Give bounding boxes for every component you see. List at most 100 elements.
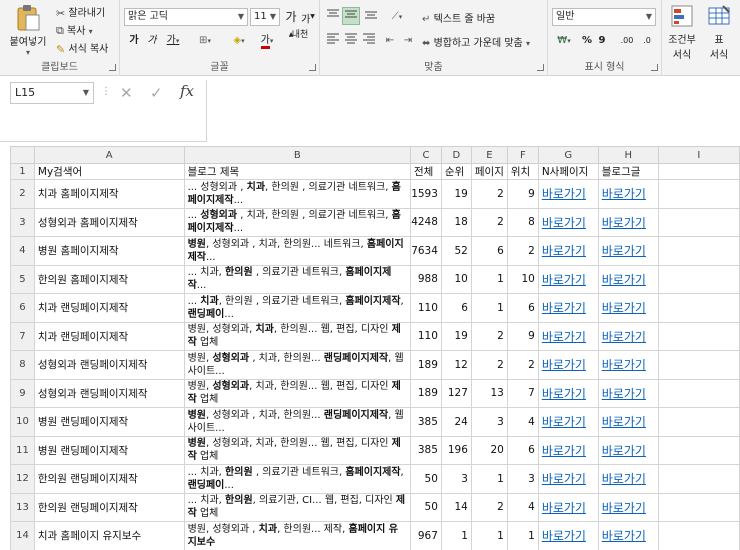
cell-empty[interactable] — [657, 407, 740, 437]
cell-n-page-link[interactable]: 바로가기 — [537, 321, 599, 351]
cell-blog-post-link[interactable]: 바로가기 — [597, 435, 659, 465]
cell-blog-post-link[interactable]: 바로가기 — [597, 179, 659, 209]
cell-n-page-link[interactable]: 바로가기 — [537, 264, 599, 294]
decrease-decimal-button[interactable]: .0 — [638, 32, 656, 50]
n-page-link[interactable]: 바로가기 — [542, 187, 586, 201]
cancel-icon[interactable]: ✕ — [120, 84, 133, 102]
cell-rank[interactable]: 127 — [440, 378, 472, 408]
row-header[interactable]: 7 — [10, 321, 35, 351]
blog-post-link[interactable]: 바로가기 — [602, 187, 646, 201]
cell-rank[interactable]: 19 — [440, 179, 472, 209]
cell-page[interactable]: 3 — [470, 407, 508, 437]
cell-rank[interactable]: 3 — [440, 464, 472, 494]
cell-blog-post-link[interactable]: 바로가기 — [597, 378, 659, 408]
cell-keyword[interactable]: 성형외과 랜딩페이지제작 — [33, 378, 185, 408]
align-left-button[interactable] — [324, 32, 342, 50]
blog-post-link[interactable]: 바로가기 — [602, 501, 646, 515]
row-header[interactable]: 4 — [10, 236, 35, 266]
cell-blog-post-link[interactable]: 바로가기 — [597, 464, 659, 494]
cell-blog-post-link[interactable]: 바로가기 — [597, 407, 659, 437]
border-button[interactable]: ⊞▾ — [192, 32, 218, 50]
cell-n-page-link[interactable]: 바로가기 — [537, 407, 599, 437]
cell-total[interactable]: 988 — [409, 264, 442, 294]
cell-header-keyword[interactable]: My검색어 — [33, 163, 185, 180]
cell-blog-title[interactable]: 병원, 성형외과, 치과, 한의원... 웹, 편집, 디자인 제작 업체 — [183, 435, 411, 465]
select-all-corner[interactable] — [10, 146, 35, 164]
cell-header-title[interactable]: 블로그 제목 — [183, 163, 411, 180]
n-page-link[interactable]: 바로가기 — [542, 472, 586, 486]
cell-total[interactable]: 50 — [409, 492, 442, 522]
blog-post-link[interactable]: 바로가기 — [602, 244, 646, 258]
row-header[interactable]: 5 — [10, 264, 35, 294]
cell-page[interactable]: 6 — [470, 236, 508, 266]
cell-header-total[interactable]: 전체 — [409, 163, 442, 180]
cell-page[interactable]: 1 — [470, 464, 508, 494]
n-page-link[interactable]: 바로가기 — [542, 501, 586, 515]
cell-blog-title[interactable]: 병원, 성형외과 , 치과, 한의원... 네트워크, 홈페이지제작... — [183, 236, 411, 266]
cell-rank[interactable]: 12 — [440, 350, 472, 380]
cell-n-page-link[interactable]: 바로가기 — [537, 435, 599, 465]
n-page-link[interactable]: 바로가기 — [542, 301, 586, 315]
cell-total[interactable]: 385 — [409, 435, 442, 465]
cell-total[interactable]: 385 — [409, 407, 442, 437]
row-header[interactable]: 13 — [10, 492, 35, 522]
cell-position[interactable]: 2 — [506, 350, 539, 380]
cell-empty[interactable] — [657, 236, 740, 266]
cell-page[interactable]: 1 — [470, 521, 508, 550]
cell-page[interactable]: 2 — [470, 321, 508, 351]
column-header-e[interactable]: E — [470, 146, 508, 164]
font-size-select[interactable]: 11 ▼ — [250, 8, 280, 26]
cell-rank[interactable]: 10 — [440, 264, 472, 294]
row-header[interactable]: 14 — [10, 521, 35, 550]
underline-button[interactable]: 가▾ — [162, 32, 184, 50]
number-format-select[interactable]: 일반 ▼ — [552, 8, 656, 26]
cell-position[interactable]: 9 — [506, 179, 539, 209]
increase-decimal-button[interactable]: .00 — [618, 32, 636, 50]
row-header[interactable]: 9 — [10, 378, 35, 408]
cell-page[interactable]: 13 — [470, 378, 508, 408]
cell-blog-post-link[interactable]: 바로가기 — [597, 207, 659, 237]
fill-color-button[interactable]: ◈▾ — [226, 32, 252, 50]
cell-total[interactable]: 50 — [409, 464, 442, 494]
cell-page[interactable]: 2 — [470, 179, 508, 209]
cell-position[interactable]: 4 — [506, 407, 539, 437]
cell-rank[interactable]: 52 — [440, 236, 472, 266]
clipboard-launcher-icon[interactable] — [109, 64, 116, 71]
cell-page[interactable]: 1 — [470, 264, 508, 294]
cell-total[interactable]: 7634 — [409, 236, 442, 266]
cell-total[interactable]: 967 — [409, 521, 442, 550]
cell-n-page-link[interactable]: 바로가기 — [537, 492, 599, 522]
n-page-link[interactable]: 바로가기 — [542, 415, 586, 429]
cell-page[interactable]: 2 — [470, 350, 508, 380]
cut-button[interactable]: ✂ 잘라내기 — [56, 4, 105, 20]
cell-keyword[interactable]: 치과 홈페이지제작 — [33, 179, 185, 209]
cell-keyword[interactable]: 치과 랜딩페이지제작 — [33, 293, 185, 323]
column-header-i[interactable]: I — [657, 146, 740, 164]
column-header-c[interactable]: C — [409, 146, 442, 164]
format-as-table-button[interactable]: 표 서식 — [702, 4, 736, 61]
blog-post-link[interactable]: 바로가기 — [602, 529, 646, 543]
column-header-a[interactable]: A — [33, 146, 185, 164]
n-page-link[interactable]: 바로가기 — [542, 273, 586, 287]
insert-function-icon[interactable]: fx — [180, 82, 194, 100]
cell-position[interactable]: 6 — [506, 435, 539, 465]
cell-n-page-link[interactable]: 바로가기 — [537, 293, 599, 323]
font-launcher-icon[interactable] — [309, 64, 316, 71]
n-page-link[interactable]: 바로가기 — [542, 330, 586, 344]
cell-empty[interactable] — [657, 207, 740, 237]
cell-rank[interactable]: 18 — [440, 207, 472, 237]
n-page-link[interactable]: 바로가기 — [542, 529, 586, 543]
cell-empty[interactable] — [657, 264, 740, 294]
name-box[interactable]: L15 ▼ — [10, 82, 94, 104]
align-right-button[interactable] — [360, 32, 378, 50]
phonetic-button[interactable]: 내천 — [286, 30, 314, 48]
copy-button[interactable]: ⧉ 복사 ▾ — [56, 22, 93, 38]
cell-blog-title[interactable]: 병원, 성형외과, 치과, 한의원... 웹, 편집, 디자인 제작 업체 — [183, 321, 411, 351]
cell-keyword[interactable]: 치과 랜딩페이지제작 — [33, 321, 185, 351]
cell-blog-title[interactable]: ... 치과, 한의원, 의료기관, CI... 웹, 편집, 디자인 제작 업… — [183, 492, 411, 522]
cell-blog-post-link[interactable]: 바로가기 — [597, 293, 659, 323]
cell-keyword[interactable]: 한의원 랜딩페이지제작 — [33, 492, 185, 522]
cell-keyword[interactable]: 치과 홈페이지 유지보수 — [33, 521, 185, 550]
cell-position[interactable]: 1 — [506, 521, 539, 550]
cell-blog-title[interactable]: 병원, 성형외과, 치과, 한의원... 웹, 편집, 디자인 제작 업체 — [183, 378, 411, 408]
